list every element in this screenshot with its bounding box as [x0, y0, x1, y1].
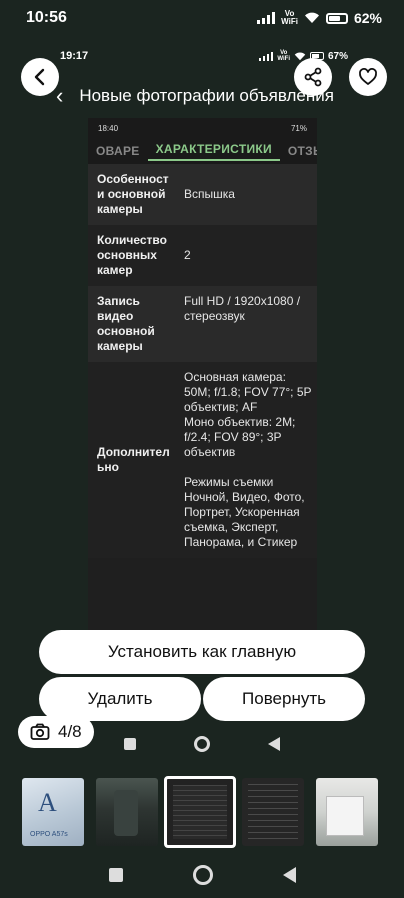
thumbnail-4-lines: [248, 784, 298, 840]
favorite-button[interactable]: [349, 58, 387, 96]
home-button[interactable]: [192, 865, 213, 885]
nested-tab-specs: ХАРАКТЕРИСТИКИ: [147, 142, 280, 161]
nested-status-battery: 71%: [290, 123, 307, 133]
photo-inner-signal-icon: [259, 51, 274, 61]
spec-value: Вспышка: [184, 187, 235, 201]
photo-back-icon: [268, 737, 280, 751]
thumbnail-5-box: [326, 796, 364, 836]
photo-inner-battery-text: 67%: [327, 50, 348, 62]
status-icons: Vo WiFi 62%: [257, 10, 382, 26]
thumbnail-strip: A OPPO A57s: [0, 772, 404, 852]
nested-tabs: ОВАРЕ ХАРАКТЕРИСТИКИ ОТЗЫВ: [88, 138, 317, 164]
delete-button[interactable]: Удалить: [39, 677, 201, 721]
signal-icon: [257, 12, 276, 24]
spec-key: Запись видео основной камеры: [97, 294, 155, 353]
battery-icon: [325, 12, 348, 24]
chevron-left-icon: [34, 68, 45, 86]
thumbnail-1[interactable]: A OPPO A57s: [22, 778, 84, 846]
photo-inner-status-bar: 19:17 Vo WiFi 67%: [0, 46, 404, 66]
photo-inner-back-icon: ‹: [56, 83, 64, 108]
wifi-icon: [304, 12, 319, 23]
nested-status-bar: 18:40 71%: [88, 118, 317, 138]
photo-inner-title: Новые фотографии объявления: [79, 86, 334, 105]
spec-row: Особенност и основной камеры Вспышка: [88, 164, 317, 225]
thumbnail-5[interactable]: [316, 778, 378, 846]
nested-spec-screenshot: 18:40 71% ОВАРЕ ХАРАКТЕРИСТИКИ ОТЗЫВ Осо…: [88, 118, 317, 670]
vowifi-bottom: WiFi: [281, 17, 298, 26]
battery-text: 62%: [353, 10, 382, 26]
share-button[interactable]: [294, 58, 332, 96]
spec-row: Запись видео основной камеры Full HD / 1…: [88, 286, 317, 362]
heart-icon: [359, 68, 377, 85]
vowifi-icon: Vo WiFi: [281, 10, 298, 26]
system-back-button[interactable]: [282, 867, 296, 883]
spec-key: Дополнител ьно: [97, 445, 170, 474]
thumbnail-3-lines: [173, 785, 227, 839]
status-bar: 10:56 Vo WiFi 62%: [0, 0, 404, 36]
rotate-button[interactable]: Повернуть: [203, 677, 365, 721]
spec-value: Full HD / 1920x1080 / стереозвук: [184, 294, 301, 323]
status-time: 10:56: [26, 9, 67, 26]
photo-home-icon: [194, 736, 210, 752]
photo-nav-bar: [0, 732, 404, 756]
photo-inner-vowifi-bottom: WiFi: [277, 56, 290, 62]
nested-tab-products: ОВАРЕ: [96, 144, 140, 158]
thumbnail-2[interactable]: [96, 778, 158, 846]
thumbnail-3-active[interactable]: [164, 776, 236, 848]
share-icon: [304, 67, 322, 87]
nested-tab-reviews: ОТЗЫВ: [287, 144, 317, 158]
recents-button[interactable]: [108, 868, 123, 882]
spec-value: Основная камера: 50M; f/1.8; FOV 77°; 5P…: [184, 370, 312, 549]
system-nav-bar: [0, 852, 404, 898]
spec-row: Количество основных камер 2: [88, 225, 317, 286]
spec-row: Дополнител ьно Основная камера: 50M; f/1…: [88, 362, 317, 558]
thumbnail-1-logo: A: [38, 788, 57, 817]
photo-inner-vowifi-icon: Vo WiFi: [277, 50, 290, 62]
nested-status-time: 18:40: [98, 123, 119, 133]
spec-key: Количество основных камер: [97, 233, 167, 277]
back-button[interactable]: [21, 58, 59, 96]
photo-viewer[interactable]: 19:17 Vo WiFi 67% ‹ Новые фотографии объ…: [0, 36, 404, 768]
set-as-main-button[interactable]: Установить как главную: [39, 630, 365, 674]
thumbnail-1-label: OPPO A57s: [30, 831, 68, 838]
spec-value: 2: [184, 248, 191, 262]
thumbnail-4[interactable]: [242, 778, 304, 846]
spec-key: Особенност и основной камеры: [97, 172, 169, 216]
photo-recents-icon: [124, 738, 136, 750]
photo-inner-header: ‹ Новые фотографии объявления: [56, 84, 334, 108]
thumbnail-2-phone: [114, 790, 138, 836]
photo-inner-time: 19:17: [60, 50, 89, 62]
spec-table: Особенност и основной камеры Вспышка Кол…: [88, 164, 317, 558]
